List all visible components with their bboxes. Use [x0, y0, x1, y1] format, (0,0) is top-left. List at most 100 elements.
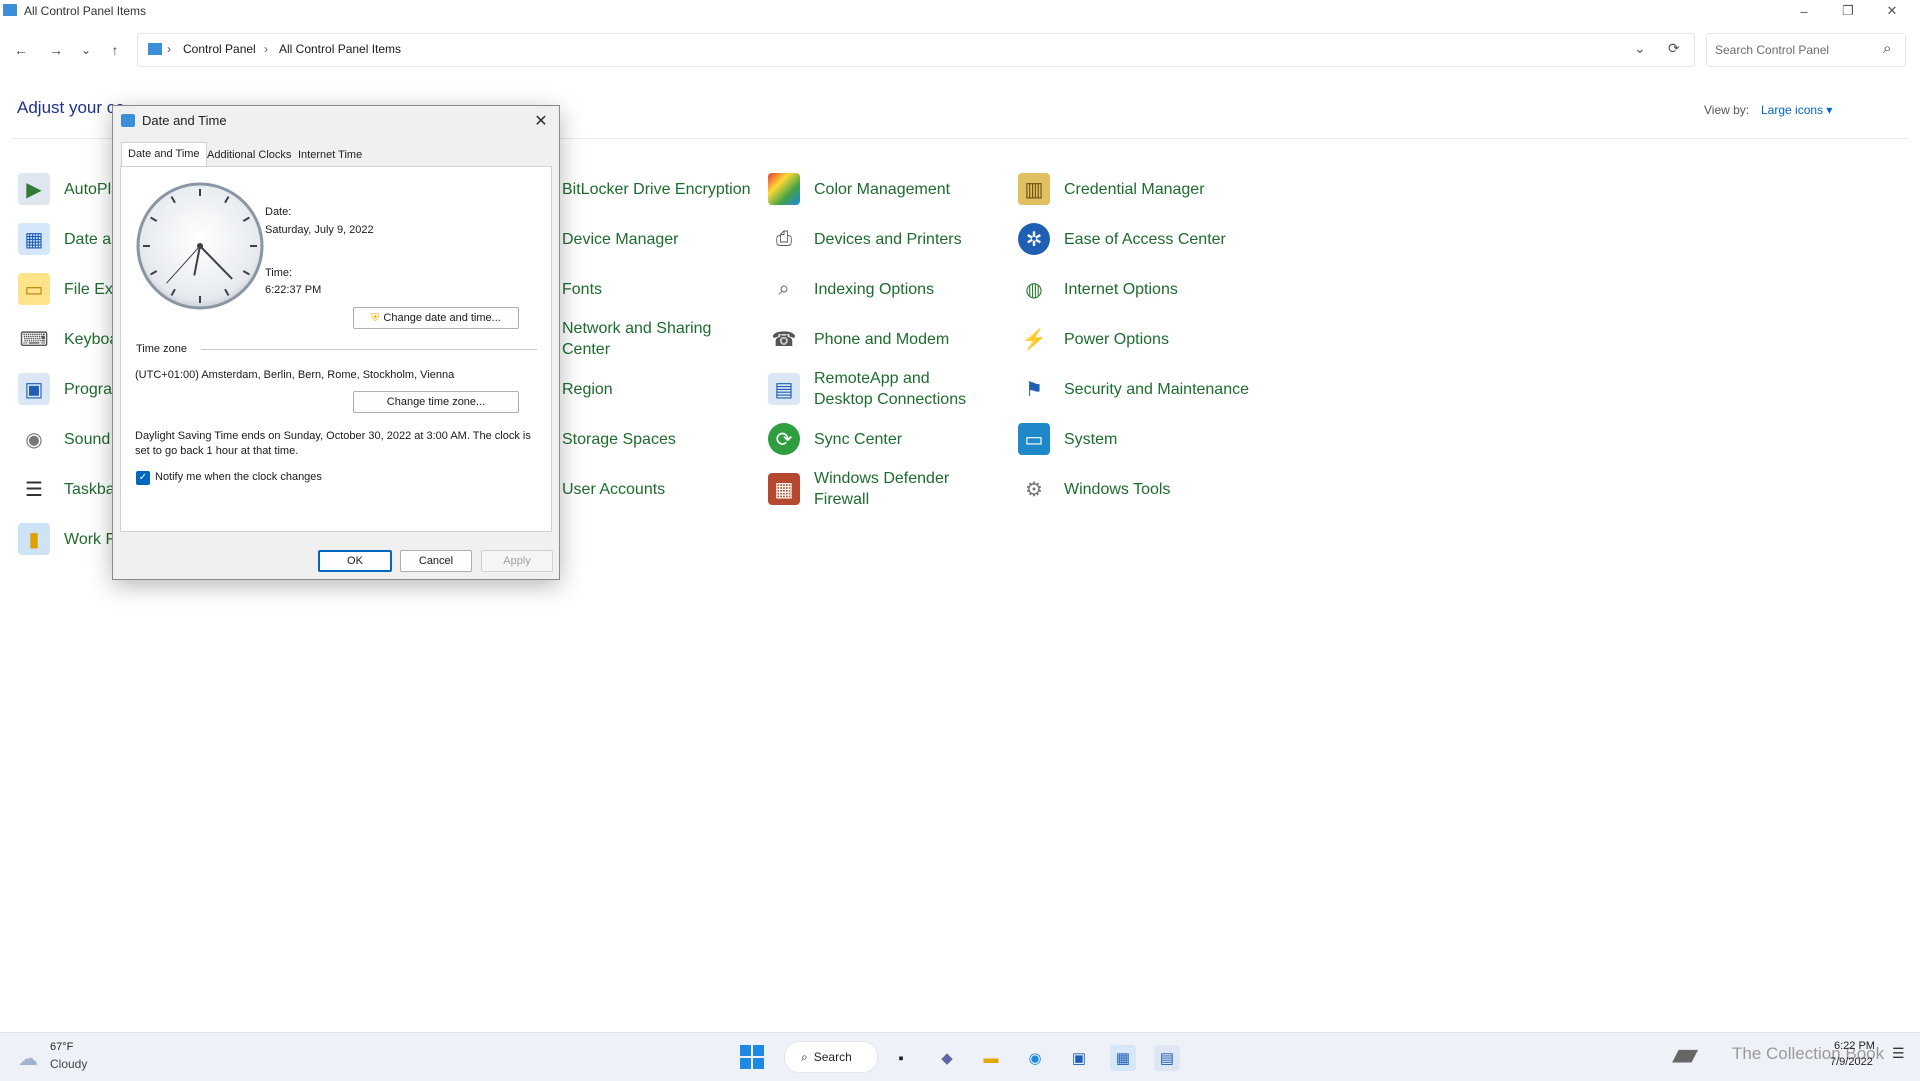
- notification-icon[interactable]: ☰: [1892, 1045, 1905, 1062]
- control-panel-taskbar-icon[interactable]: ▦: [1110, 1045, 1136, 1071]
- keyboard-icon: ⌨: [19, 328, 49, 351]
- weather-desc[interactable]: Cloudy: [50, 1057, 87, 1071]
- close-button[interactable]: ✕: [1870, 0, 1914, 22]
- cp-item-indexing[interactable]: ⌕ Indexing Options: [768, 269, 934, 309]
- autoplay-icon: ▶: [18, 173, 50, 205]
- up-arrow-icon[interactable]: ↑: [102, 38, 128, 62]
- book-icon: ▰: [1672, 1035, 1699, 1073]
- dst-notice: Daylight Saving Time ends on Sunday, Oct…: [135, 430, 531, 457]
- cp-item-work-folders[interactable]: ▮ Work F: [18, 519, 115, 559]
- control-panel-icon: [3, 4, 17, 16]
- view-by-dropdown[interactable]: Large icons ▾: [1761, 103, 1832, 117]
- date-label: Date:: [265, 206, 292, 218]
- dialog-close-button[interactable]: ✕: [529, 110, 553, 132]
- time-label: Time:: [265, 267, 293, 279]
- cp-item-system[interactable]: ▭ System: [1018, 419, 1117, 459]
- ok-button[interactable]: OK: [318, 550, 392, 572]
- tab-date-and-time[interactable]: Date and Time: [121, 142, 207, 168]
- forward-arrow-icon[interactable]: →: [43, 38, 69, 62]
- date-value: Saturday, July 9, 2022: [265, 224, 374, 236]
- cancel-button[interactable]: Cancel: [400, 550, 472, 572]
- cp-item-file-explorer[interactable]: ▭ File Exp: [18, 269, 122, 309]
- cp-item-remoteapp[interactable]: ▤ RemoteApp and Desktop Connections: [768, 369, 988, 409]
- task-view-icon[interactable]: ▪: [888, 1045, 914, 1071]
- remoteapp-icon: ▤: [768, 373, 800, 405]
- cp-item-power-options[interactable]: ⚡ Power Options: [1018, 319, 1169, 359]
- indexing-icon: ⌕: [778, 277, 790, 300]
- search-icon: ⌕: [1883, 40, 1892, 57]
- cp-item-bitlocker[interactable]: BitLocker Drive Encryption: [548, 169, 751, 209]
- window-title-bar: All Control Panel Items – ❐ ✕: [0, 0, 1920, 22]
- cp-item-credential-manager[interactable]: ▥ Credential Manager: [1018, 169, 1205, 209]
- cp-item-ease-of-access[interactable]: ✲ Ease of Access Center: [1018, 219, 1226, 259]
- restore-button[interactable]: ❐: [1826, 0, 1870, 22]
- cp-item-autoplay[interactable]: ▶ AutoPla: [18, 169, 120, 209]
- refresh-icon[interactable]: ⟳: [1668, 40, 1680, 57]
- address-dropdown-icon[interactable]: ⌄: [1634, 40, 1646, 57]
- system-monitor-icon: ▭: [1018, 423, 1050, 455]
- search-box[interactable]: Search Control Panel ⌕: [1706, 33, 1906, 67]
- file-explorer-icon: ▭: [18, 273, 50, 305]
- cp-item-windows-tools[interactable]: ⚙ Windows Tools: [1018, 469, 1170, 509]
- tab-internet-time[interactable]: Internet Time: [292, 144, 368, 166]
- date-time-dialog: Date and Time ✕ Date and Time Additional…: [112, 105, 560, 580]
- cp-item-sync-center[interactable]: ⟳ Sync Center: [768, 419, 902, 459]
- cp-item-storage-spaces[interactable]: Storage Spaces: [548, 419, 676, 459]
- tab-additional-clocks[interactable]: Additional Clocks: [201, 144, 297, 166]
- tools-gear-icon: ⚙: [1025, 478, 1043, 501]
- taskbar: [0, 1032, 1920, 1081]
- analog-clock: [136, 182, 264, 310]
- cp-item-firewall[interactable]: ▦ Windows Defender Firewall: [768, 469, 968, 509]
- clock-date[interactable]: 7/9/2022: [1830, 1056, 1873, 1068]
- back-arrow-icon[interactable]: ←: [8, 38, 34, 62]
- store-icon[interactable]: ▣: [1066, 1045, 1092, 1071]
- sync-icon: ⟳: [768, 423, 800, 455]
- work-folders-icon: ▮: [18, 523, 50, 555]
- cp-item-phone-modem[interactable]: ☎ Phone and Modem: [768, 319, 950, 359]
- change-time-zone-button[interactable]: Change time zone...: [353, 391, 519, 413]
- cloud-icon[interactable]: ☁: [18, 1046, 38, 1071]
- taskbar-icon: ☰: [25, 478, 43, 501]
- cp-item-keyboard[interactable]: ⌨ Keyboa: [18, 319, 119, 359]
- dialog-title: Date and Time: [142, 113, 227, 128]
- search-input[interactable]: Search Control Panel: [1715, 43, 1829, 57]
- breadcrumb-control-panel[interactable]: Control Panel: [183, 42, 256, 56]
- cp-item-network-sharing[interactable]: Network and Sharing Center: [548, 319, 728, 359]
- cp-item-internet-options[interactable]: ◍ Internet Options: [1018, 269, 1178, 309]
- timezone-value: (UTC+01:00) Amsterdam, Berlin, Bern, Rom…: [135, 369, 455, 381]
- cp-item-color-management[interactable]: Color Management: [768, 169, 950, 209]
- cp-item-taskbar[interactable]: ☰ Taskbar: [18, 469, 120, 509]
- apply-button[interactable]: Apply: [481, 550, 553, 572]
- cp-item-sound[interactable]: ◉ Sound: [18, 419, 110, 459]
- timezone-label: Time zone: [136, 343, 187, 355]
- date-time-taskbar-icon[interactable]: ▤: [1154, 1045, 1180, 1071]
- cp-item-programs[interactable]: ▣ Progra: [18, 369, 112, 409]
- minimize-button[interactable]: –: [1782, 0, 1826, 22]
- taskbar-search-button[interactable]: ⌕ Search: [784, 1041, 878, 1073]
- search-icon: ⌕: [801, 1049, 808, 1064]
- uac-shield-icon: ⛨: [371, 311, 380, 324]
- firewall-icon: ▦: [768, 473, 800, 505]
- address-bar[interactable]: › Control Panel › All Control Panel Item…: [137, 33, 1695, 67]
- recent-locations-icon[interactable]: ⌄: [73, 38, 99, 62]
- programs-icon: ▣: [18, 373, 50, 405]
- weather-temp[interactable]: 67°F: [50, 1041, 73, 1053]
- start-windows-icon[interactable]: [740, 1045, 764, 1069]
- notify-checkbox[interactable]: ✓: [136, 471, 150, 485]
- breadcrumb-all-items[interactable]: All Control Panel Items: [279, 42, 401, 56]
- power-icon: ⚡: [1021, 328, 1047, 351]
- file-explorer-taskbar-icon[interactable]: ▬: [978, 1045, 1004, 1071]
- clock-time[interactable]: 6:22 PM: [1834, 1040, 1875, 1052]
- date-time-icon: [121, 114, 135, 127]
- cp-item-date-time[interactable]: ▦ Date ar: [18, 219, 116, 259]
- change-date-time-button[interactable]: ⛨ Change date and time...: [353, 307, 519, 329]
- color-management-icon: [768, 173, 800, 205]
- cp-item-security-maintenance[interactable]: ⚑ Security and Maintenance: [1018, 369, 1249, 409]
- notify-label: Notify me when the clock changes: [155, 471, 322, 483]
- cp-item-devices-printers[interactable]: ⎙ Devices and Printers: [768, 219, 962, 259]
- breadcrumb-separator: ›: [264, 42, 268, 56]
- cp-item-user-accounts[interactable]: User Accounts: [548, 469, 665, 509]
- chat-icon[interactable]: ◆: [934, 1045, 960, 1071]
- cp-item-device-manager[interactable]: Device Manager: [548, 219, 679, 259]
- edge-browser-icon[interactable]: ◉: [1022, 1045, 1048, 1071]
